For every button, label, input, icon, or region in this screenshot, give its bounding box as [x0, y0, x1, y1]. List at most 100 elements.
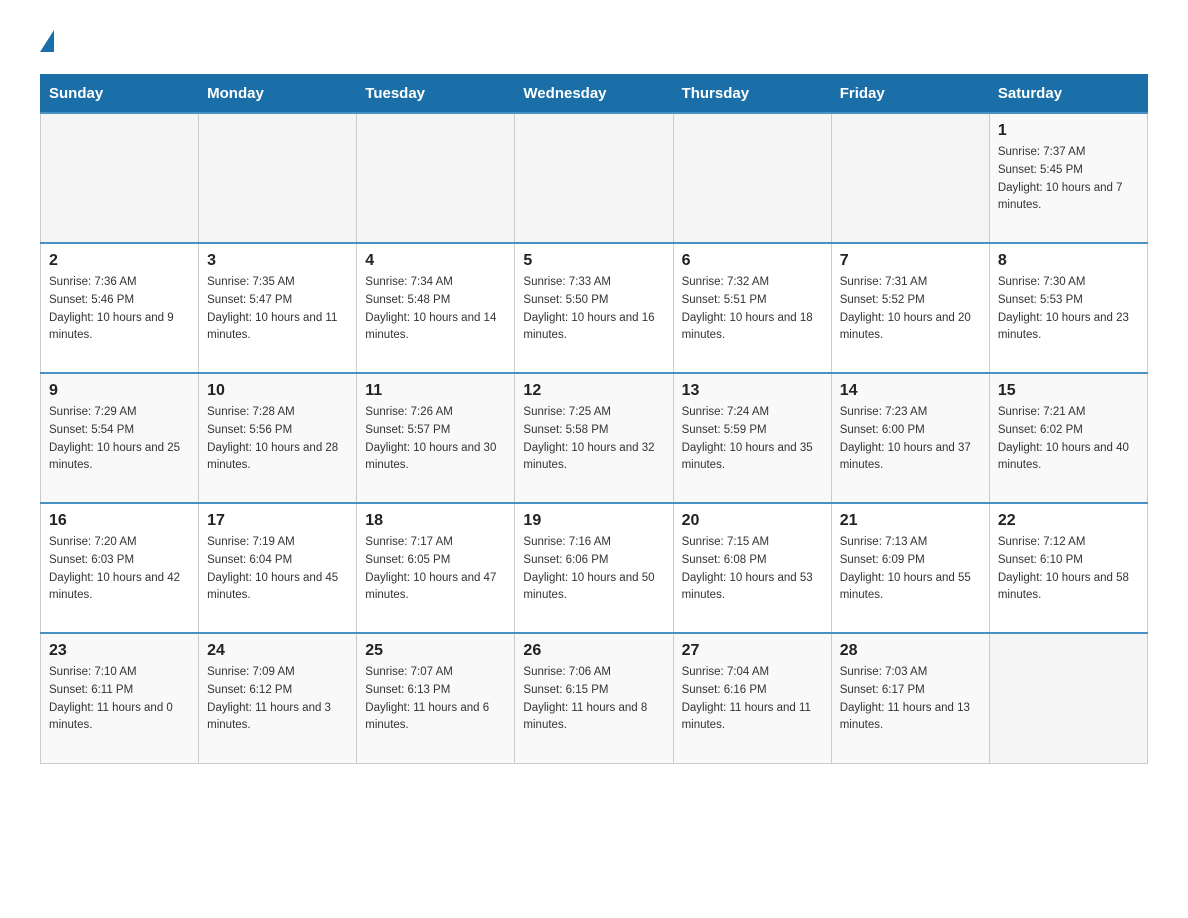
calendar-cell: 22 Sunrise: 7:12 AM Sunset: 6:10 PM Dayli… [989, 503, 1147, 633]
calendar-cell: 13 Sunrise: 7:24 AM Sunset: 5:59 PM Dayli… [673, 373, 831, 503]
calendar-cell: 24 Sunrise: 7:09 AM Sunset: 6:12 PM Dayli… [199, 633, 357, 763]
day-number: 7 [840, 252, 981, 270]
calendar-header-row: SundayMondayTuesdayWednesdayThursdayFrid… [41, 75, 1148, 114]
day-info: Sunrise: 7:13 AM Sunset: 6:09 PM Dayligh… [840, 534, 981, 605]
day-info: Sunrise: 7:09 AM Sunset: 6:12 PM Dayligh… [207, 664, 348, 735]
calendar-cell: 25 Sunrise: 7:07 AM Sunset: 6:13 PM Dayli… [357, 633, 515, 763]
column-header-wednesday: Wednesday [515, 75, 673, 114]
day-info: Sunrise: 7:24 AM Sunset: 5:59 PM Dayligh… [682, 404, 823, 475]
day-info: Sunrise: 7:17 AM Sunset: 6:05 PM Dayligh… [365, 534, 506, 605]
day-number: 6 [682, 252, 823, 270]
day-info: Sunrise: 7:07 AM Sunset: 6:13 PM Dayligh… [365, 664, 506, 735]
calendar-table: SundayMondayTuesdayWednesdayThursdayFrid… [40, 74, 1148, 764]
day-info: Sunrise: 7:12 AM Sunset: 6:10 PM Dayligh… [998, 534, 1139, 605]
calendar-cell: 21 Sunrise: 7:13 AM Sunset: 6:09 PM Dayli… [831, 503, 989, 633]
column-header-saturday: Saturday [989, 75, 1147, 114]
calendar-cell: 8 Sunrise: 7:30 AM Sunset: 5:53 PM Daylig… [989, 243, 1147, 373]
day-number: 4 [365, 252, 506, 270]
day-number: 10 [207, 382, 348, 400]
day-info: Sunrise: 7:21 AM Sunset: 6:02 PM Dayligh… [998, 404, 1139, 475]
calendar-cell [199, 113, 357, 243]
day-number: 16 [49, 512, 190, 530]
day-number: 28 [840, 642, 981, 660]
day-info: Sunrise: 7:32 AM Sunset: 5:51 PM Dayligh… [682, 274, 823, 345]
calendar-cell: 5 Sunrise: 7:33 AM Sunset: 5:50 PM Daylig… [515, 243, 673, 373]
calendar-cell: 6 Sunrise: 7:32 AM Sunset: 5:51 PM Daylig… [673, 243, 831, 373]
column-header-sunday: Sunday [41, 75, 199, 114]
column-header-thursday: Thursday [673, 75, 831, 114]
week-row-1: 1 Sunrise: 7:37 AM Sunset: 5:45 PM Daylig… [41, 113, 1148, 243]
day-number: 3 [207, 252, 348, 270]
week-row-4: 16 Sunrise: 7:20 AM Sunset: 6:03 PM Dayli… [41, 503, 1148, 633]
calendar-cell [357, 113, 515, 243]
day-info: Sunrise: 7:28 AM Sunset: 5:56 PM Dayligh… [207, 404, 348, 475]
day-info: Sunrise: 7:30 AM Sunset: 5:53 PM Dayligh… [998, 274, 1139, 345]
day-info: Sunrise: 7:33 AM Sunset: 5:50 PM Dayligh… [523, 274, 664, 345]
day-info: Sunrise: 7:10 AM Sunset: 6:11 PM Dayligh… [49, 664, 190, 735]
day-number: 19 [523, 512, 664, 530]
day-info: Sunrise: 7:25 AM Sunset: 5:58 PM Dayligh… [523, 404, 664, 475]
calendar-cell: 14Sunrise: 7:23 AM Sunset: 6:00 PM Dayli… [831, 373, 989, 503]
day-number: 20 [682, 512, 823, 530]
day-number: 8 [998, 252, 1139, 270]
column-header-tuesday: Tuesday [357, 75, 515, 114]
day-info: Sunrise: 7:03 AM Sunset: 6:17 PM Dayligh… [840, 664, 981, 735]
week-row-3: 9Sunrise: 7:29 AM Sunset: 5:54 PM Daylig… [41, 373, 1148, 503]
day-number: 1 [998, 122, 1139, 140]
day-number: 22 [998, 512, 1139, 530]
day-number: 27 [682, 642, 823, 660]
calendar-cell: 17Sunrise: 7:19 AM Sunset: 6:04 PM Dayli… [199, 503, 357, 633]
calendar-cell [515, 113, 673, 243]
day-number: 18 [365, 512, 506, 530]
day-number: 5 [523, 252, 664, 270]
calendar-cell [41, 113, 199, 243]
calendar-cell: 9Sunrise: 7:29 AM Sunset: 5:54 PM Daylig… [41, 373, 199, 503]
logo [40, 30, 54, 54]
day-number: 15 [998, 382, 1139, 400]
day-number: 24 [207, 642, 348, 660]
day-number: 25 [365, 642, 506, 660]
calendar-cell: 12 Sunrise: 7:25 AM Sunset: 5:58 PM Dayli… [515, 373, 673, 503]
calendar-cell: 20 Sunrise: 7:15 AM Sunset: 6:08 PM Dayli… [673, 503, 831, 633]
day-info: Sunrise: 7:04 AM Sunset: 6:16 PM Dayligh… [682, 664, 823, 735]
day-number: 23 [49, 642, 190, 660]
calendar-cell: 23 Sunrise: 7:10 AM Sunset: 6:11 PM Dayli… [41, 633, 199, 763]
calendar-cell: 3 Sunrise: 7:35 AM Sunset: 5:47 PM Daylig… [199, 243, 357, 373]
calendar-cell: 7 Sunrise: 7:31 AM Sunset: 5:52 PM Daylig… [831, 243, 989, 373]
week-row-5: 23 Sunrise: 7:10 AM Sunset: 6:11 PM Dayli… [41, 633, 1148, 763]
day-info: Sunrise: 7:31 AM Sunset: 5:52 PM Dayligh… [840, 274, 981, 345]
day-number: 12 [523, 382, 664, 400]
calendar-cell: 11 Sunrise: 7:26 AM Sunset: 5:57 PM Dayli… [357, 373, 515, 503]
calendar-cell: 1 Sunrise: 7:37 AM Sunset: 5:45 PM Daylig… [989, 113, 1147, 243]
column-header-friday: Friday [831, 75, 989, 114]
calendar-cell: 26 Sunrise: 7:06 AM Sunset: 6:15 PM Dayli… [515, 633, 673, 763]
day-info: Sunrise: 7:26 AM Sunset: 5:57 PM Dayligh… [365, 404, 506, 475]
day-number: 14 [840, 382, 981, 400]
day-number: 17 [207, 512, 348, 530]
week-row-2: 2Sunrise: 7:36 AM Sunset: 5:46 PM Daylig… [41, 243, 1148, 373]
day-number: 21 [840, 512, 981, 530]
calendar-cell: 28 Sunrise: 7:03 AM Sunset: 6:17 PM Dayli… [831, 633, 989, 763]
logo-triangle-icon [40, 30, 54, 52]
column-header-monday: Monday [199, 75, 357, 114]
day-info: Sunrise: 7:16 AM Sunset: 6:06 PM Dayligh… [523, 534, 664, 605]
day-number: 13 [682, 382, 823, 400]
calendar-cell [831, 113, 989, 243]
calendar-cell: 10 Sunrise: 7:28 AM Sunset: 5:56 PM Dayli… [199, 373, 357, 503]
calendar-cell [673, 113, 831, 243]
day-info: Sunrise: 7:06 AM Sunset: 6:15 PM Dayligh… [523, 664, 664, 735]
day-info: Sunrise: 7:35 AM Sunset: 5:47 PM Dayligh… [207, 274, 348, 345]
day-info: Sunrise: 7:37 AM Sunset: 5:45 PM Dayligh… [998, 144, 1139, 215]
calendar-cell: 2Sunrise: 7:36 AM Sunset: 5:46 PM Daylig… [41, 243, 199, 373]
day-info: Sunrise: 7:20 AM Sunset: 6:03 PM Dayligh… [49, 534, 190, 605]
day-number: 26 [523, 642, 664, 660]
day-info: Sunrise: 7:36 AM Sunset: 5:46 PM Dayligh… [49, 274, 190, 345]
day-number: 9 [49, 382, 190, 400]
calendar-cell: 27 Sunrise: 7:04 AM Sunset: 6:16 PM Dayli… [673, 633, 831, 763]
day-info: Sunrise: 7:34 AM Sunset: 5:48 PM Dayligh… [365, 274, 506, 345]
calendar-cell: 19 Sunrise: 7:16 AM Sunset: 6:06 PM Dayli… [515, 503, 673, 633]
calendar-cell [989, 633, 1147, 763]
day-info: Sunrise: 7:15 AM Sunset: 6:08 PM Dayligh… [682, 534, 823, 605]
day-number: 11 [365, 382, 506, 400]
page-header [40, 30, 1148, 54]
